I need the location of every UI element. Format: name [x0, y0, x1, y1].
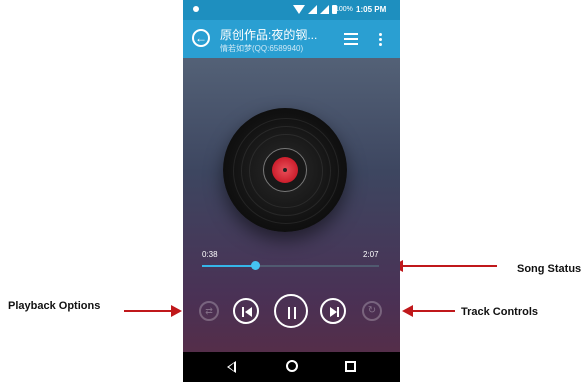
battery-percent: 100%: [335, 6, 353, 13]
progress-fill: [202, 265, 256, 267]
playback-options-label: Playback Options: [8, 300, 101, 312]
song-status-arrow: [392, 260, 497, 272]
playback-options-arrow: [124, 305, 182, 317]
track-controls-arrow: [402, 305, 455, 317]
nav-home-icon[interactable]: [286, 360, 298, 372]
previous-button[interactable]: [233, 298, 259, 324]
wifi-icon: [293, 5, 305, 14]
skip-next-icon: [330, 307, 337, 317]
more-vert-icon[interactable]: [379, 33, 383, 46]
cell-signal-icon-2: [320, 5, 329, 14]
repeat-button[interactable]: ↻: [362, 301, 382, 321]
status-bar: 100% 1:05 PM: [183, 0, 400, 20]
song-artist: 情若如梦(QQ:6589940): [220, 44, 304, 53]
track-controls-label: Track Controls: [461, 306, 539, 318]
pause-button[interactable]: [274, 294, 308, 328]
next-button[interactable]: [320, 298, 346, 324]
progress-bar[interactable]: [202, 261, 379, 270]
notification-icon: [193, 6, 199, 12]
skip-previous-icon: [242, 307, 244, 317]
elapsed-time: 0:38: [202, 250, 218, 259]
signal-icons: [293, 5, 337, 14]
shuffle-button[interactable]: ⇄: [199, 301, 219, 321]
song-status-label: Song Status: [517, 263, 582, 275]
list-icon[interactable]: [344, 33, 358, 45]
nav-recents-icon[interactable]: [345, 361, 356, 372]
clock: 1:05 PM: [356, 5, 387, 14]
back-arrow-icon[interactable]: ←: [192, 29, 210, 47]
pause-icon: [288, 307, 290, 319]
progress-thumb[interactable]: [251, 261, 261, 270]
total-duration: 2:07: [363, 250, 379, 259]
vinyl-record: [223, 108, 347, 232]
repeat-icon: ↻: [367, 305, 377, 316]
app-bar: ← 原创作品:夜的钢... 情若如梦(QQ:6589940): [183, 20, 400, 58]
navigation-bar: [183, 352, 400, 382]
record-spindle-hole: [283, 168, 287, 172]
shuffle-icon: ⇄: [205, 306, 213, 316]
phone-screen: 100% 1:05 PM ← 原创作品:夜的钢... 情若如梦(QQ:65899…: [183, 0, 400, 382]
song-title: 原创作品:夜的钢...: [220, 28, 318, 42]
cell-signal-icon: [308, 5, 317, 14]
nav-back-icon[interactable]: [227, 361, 236, 373]
